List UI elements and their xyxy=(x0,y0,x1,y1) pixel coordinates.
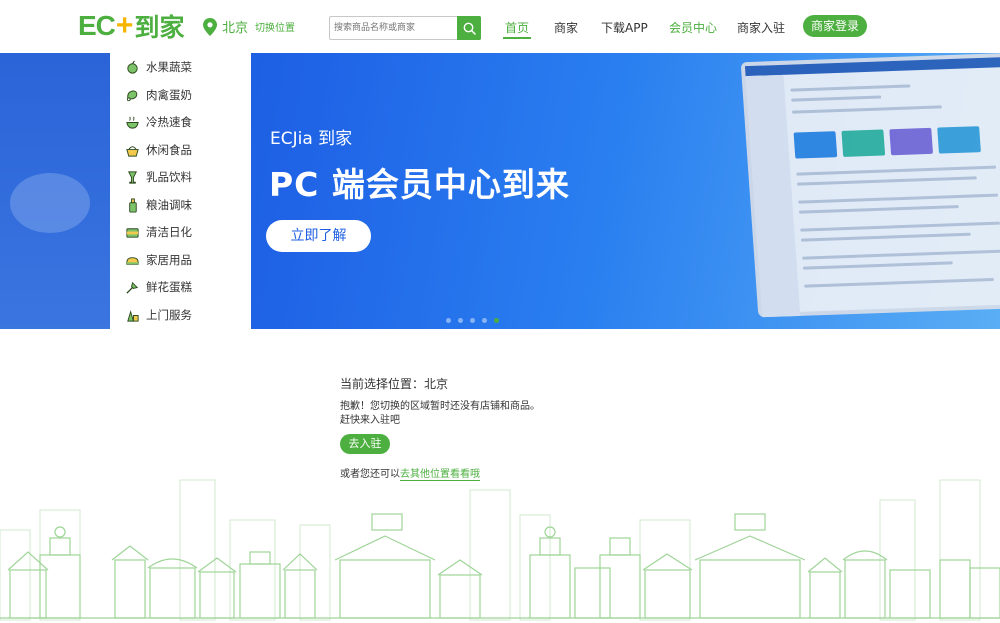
carousel-dot[interactable] xyxy=(482,318,487,323)
service-icon xyxy=(127,309,139,322)
home-goods-icon xyxy=(126,256,139,265)
current-location-text: 当前选择位置：北京 xyxy=(340,377,449,391)
search-icon xyxy=(463,22,476,35)
category-menu: 水果蔬菜 肉禽蛋奶 冷热速食 休闲食品 乳品饮料 粮油调味 清洁日化 家居用品 xyxy=(110,53,251,329)
category-label: 休闲食品 xyxy=(146,143,192,157)
category-label: 肉禽蛋奶 xyxy=(146,88,192,102)
carousel-dots xyxy=(446,318,506,323)
logo-daojia: 到家 xyxy=(134,13,185,42)
learn-more-button[interactable]: 立即了解 xyxy=(266,220,371,252)
category-item-grain-oil[interactable]: 粮油调味 xyxy=(125,195,192,215)
nav-home[interactable]: 首页 xyxy=(505,19,529,36)
logo-plus: + xyxy=(115,9,134,42)
category-label: 冷热速食 xyxy=(146,115,192,129)
nav-merchants[interactable]: 商家 xyxy=(554,19,578,36)
meat-egg-icon xyxy=(126,89,138,101)
nav-active-underline xyxy=(503,37,531,39)
category-item-home-goods[interactable]: 家居用品 xyxy=(125,250,192,270)
fast-food-icon xyxy=(126,116,139,129)
no-store-message: 抱歉！您切换的区域暂时还没有店铺和商品。 xyxy=(340,401,540,412)
page: EC + 到家 北京 切换位置 首页 商家 下载APP xyxy=(0,0,1000,623)
location-selector[interactable]: 北京 切换位置 xyxy=(203,17,295,36)
banner-title: PC 端会员中心到来 xyxy=(269,165,570,204)
location-city: 北京 xyxy=(222,21,249,36)
banner-subtitle: ECJia 到家 xyxy=(270,129,353,149)
go-join-button[interactable]: 去入驻 xyxy=(340,434,390,454)
header: EC + 到家 北京 切换位置 首页 商家 下载APP xyxy=(0,0,1000,53)
logo[interactable]: EC + 到家 xyxy=(78,10,184,42)
category-item-snacks[interactable]: 休闲食品 xyxy=(125,140,192,160)
category-item-drinks[interactable]: 乳品饮料 xyxy=(125,167,192,187)
logo-ec: EC xyxy=(78,10,116,41)
nav-member-center[interactable]: 会员中心 xyxy=(669,19,717,36)
category-item-cleaning[interactable]: 清洁日化 xyxy=(125,222,192,242)
carousel-dot[interactable] xyxy=(470,318,475,323)
city-skyline-illustration xyxy=(0,479,1000,621)
map-pin-icon xyxy=(203,17,217,36)
category-label: 家居用品 xyxy=(146,253,192,267)
switch-location-link[interactable]: 切换位置 xyxy=(255,19,295,34)
category-item-flowers-cake[interactable]: 鲜花蛋糕 xyxy=(125,277,192,297)
fruit-veg-icon xyxy=(127,60,138,74)
search-box xyxy=(329,16,481,40)
merchant-login-button[interactable]: 商家登录 xyxy=(803,15,867,37)
search-input[interactable] xyxy=(330,17,458,39)
carousel-dot-active[interactable] xyxy=(494,318,499,323)
category-label: 粮油调味 xyxy=(146,198,192,212)
category-label: 乳品饮料 xyxy=(146,170,192,184)
category-label: 鲜花蛋糕 xyxy=(146,280,192,294)
category-item-meat-egg[interactable]: 肉禽蛋奶 xyxy=(125,85,192,105)
category-item-fruit-veg[interactable]: 水果蔬菜 xyxy=(125,57,192,77)
search-button[interactable] xyxy=(457,16,481,40)
drink-icon xyxy=(127,170,138,184)
banner-left-backdrop xyxy=(0,53,110,329)
oil-bottle-icon xyxy=(129,197,137,213)
category-item-fast-food[interactable]: 冷热速食 xyxy=(125,112,192,132)
category-label: 清洁日化 xyxy=(146,225,192,239)
laptop-screen-illustration xyxy=(720,53,1000,329)
flower-icon xyxy=(126,281,139,294)
carousel-dot[interactable] xyxy=(446,318,451,323)
category-item-home-service[interactable]: 上门服务 xyxy=(125,305,192,325)
nav-merchant-join[interactable]: 商家入驻 xyxy=(737,19,785,36)
nav-download-app[interactable]: 下载APP xyxy=(601,19,648,36)
join-prompt: 赶快来入驻吧 xyxy=(340,415,400,426)
cleaning-icon xyxy=(126,227,139,238)
category-label: 水果蔬菜 xyxy=(146,60,192,74)
carousel-dot[interactable] xyxy=(458,318,463,323)
category-label: 上门服务 xyxy=(146,308,192,322)
snack-basket-icon xyxy=(126,145,139,157)
